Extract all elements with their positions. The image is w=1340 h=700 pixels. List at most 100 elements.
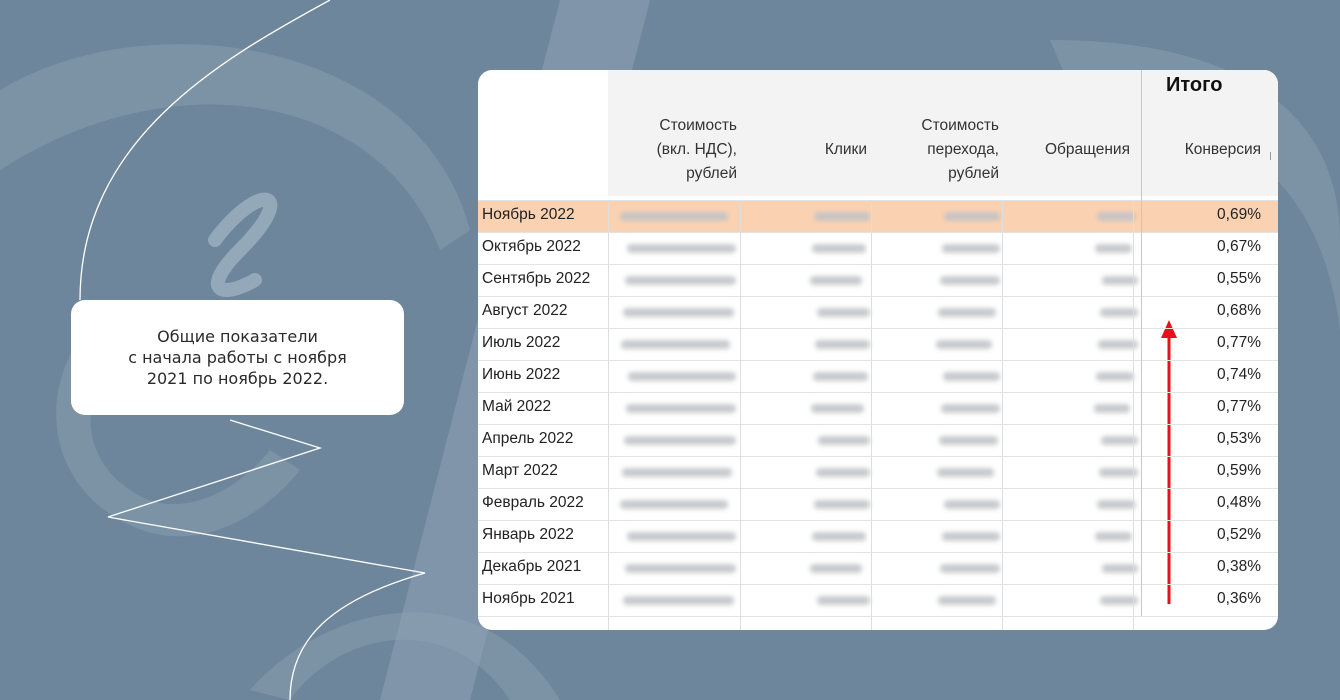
redacted-value: [811, 404, 864, 413]
grid-line: [740, 200, 741, 630]
grid-line: [478, 552, 1278, 553]
grid-line: [478, 296, 1278, 297]
redacted-value: [1098, 340, 1138, 349]
row-conversion: 0,68%: [1217, 302, 1261, 319]
redacted-value: [812, 244, 866, 253]
info-callout: Общие показатели с начала работы с ноябр…: [71, 300, 404, 415]
redacted-value: [942, 244, 1000, 253]
row-month: Февраль 2022: [482, 494, 584, 511]
redacted-value: [626, 404, 736, 413]
row-conversion: 0,77%: [1217, 334, 1261, 351]
grid-line: [608, 200, 609, 630]
grid-line: [478, 232, 1278, 233]
column-header-requests: Обращения: [1045, 141, 1130, 158]
redacted-value: [620, 212, 728, 221]
redacted-value: [943, 372, 1000, 381]
grid-line: [478, 488, 1278, 489]
row-month: Октябрь 2022: [482, 238, 581, 255]
grid-line: [478, 360, 1278, 361]
row-conversion: 0,69%: [1217, 206, 1261, 223]
group-title: Итого: [1166, 74, 1223, 96]
row-month: Август 2022: [482, 302, 568, 319]
redacted-value: [1097, 500, 1136, 509]
redacted-value: [816, 468, 870, 477]
redacted-value: [810, 276, 862, 285]
grid-line: [1133, 200, 1134, 630]
column-header-clicks: Клики: [824, 141, 867, 158]
total-separator: [1141, 70, 1142, 616]
row-conversion: 0,77%: [1217, 398, 1261, 415]
redacted-value: [621, 340, 730, 349]
table-row: Октябрь 2022 0,67%: [478, 232, 1278, 264]
redacted-value: [938, 308, 996, 317]
grid-line: [478, 392, 1278, 393]
redacted-value: [944, 500, 1000, 509]
column-header-cost-per-click: Стоимость перехода, рублей: [921, 117, 999, 182]
row-month: Март 2022: [482, 462, 558, 479]
grid-line: [478, 264, 1278, 265]
row-conversion: 0,67%: [1217, 238, 1261, 255]
redacted-value: [625, 276, 736, 285]
grid-line: [478, 456, 1278, 457]
redacted-value: [938, 596, 996, 605]
redacted-value: [817, 308, 870, 317]
row-month: Июнь 2022: [482, 366, 561, 383]
grid-line: [478, 520, 1278, 521]
redacted-value: [1095, 244, 1132, 253]
redacted-value: [625, 564, 736, 573]
redacted-value: [944, 212, 1000, 221]
row-conversion: 0,48%: [1217, 494, 1261, 511]
redacted-value: [812, 532, 866, 541]
grid-line: [871, 200, 872, 630]
redacted-value: [814, 500, 870, 509]
row-conversion: 0,74%: [1217, 366, 1261, 383]
grid-line: [478, 424, 1278, 425]
redacted-value: [936, 340, 992, 349]
row-month: Май 2022: [482, 398, 552, 415]
row-month: Декабрь 2021: [482, 558, 582, 575]
redacted-value: [937, 468, 994, 477]
redacted-value: [627, 244, 736, 253]
redacted-value: [817, 596, 870, 605]
column-header-conversion: Конверсия: [1184, 141, 1261, 158]
row-month: Апрель 2022: [482, 430, 574, 447]
row-conversion: 0,38%: [1217, 558, 1261, 575]
redacted-value: [627, 532, 736, 541]
redacted-value: [942, 532, 1000, 541]
row-conversion: 0,52%: [1217, 526, 1261, 543]
redacted-value: [623, 596, 734, 605]
grid-line: [478, 584, 1278, 585]
row-month: Ноябрь 2021: [482, 590, 575, 607]
up-arrow-icon: [1161, 320, 1177, 604]
stats-table-card: Итого Стоимость (вкл. НДС), рублей Клики…: [478, 70, 1278, 630]
redacted-value: [1095, 532, 1132, 541]
redacted-value: [940, 564, 1000, 573]
grid-line: [1002, 200, 1003, 630]
row-conversion: 0,36%: [1217, 590, 1261, 607]
grid-line: [478, 616, 1278, 617]
redacted-value: [813, 372, 868, 381]
redacted-value: [940, 276, 1000, 285]
grid-line: [478, 200, 1278, 201]
redacted-value: [1097, 212, 1136, 221]
redacted-value: [628, 372, 736, 381]
redacted-value: [622, 468, 732, 477]
row-month: Июль 2022: [482, 334, 561, 351]
redacted-value: [623, 308, 734, 317]
redacted-value: [1096, 372, 1134, 381]
redacted-value: [810, 564, 862, 573]
column-edge-mark: [1270, 152, 1275, 160]
redacted-value: [620, 500, 728, 509]
row-conversion: 0,53%: [1217, 430, 1261, 447]
row-month: Сентябрь 2022: [482, 270, 591, 287]
row-month: Январь 2022: [482, 526, 574, 543]
redacted-value: [1094, 404, 1130, 413]
callout-text: Общие показатели с начала работы с ноябр…: [128, 327, 347, 388]
table-row: Сентябрь 2022 0,55%: [478, 264, 1278, 296]
column-header-cost: Стоимость (вкл. НДС), рублей: [656, 117, 737, 182]
redacted-value: [815, 340, 870, 349]
redacted-value: [818, 436, 870, 445]
redacted-value: [939, 436, 998, 445]
row-month: Ноябрь 2022: [482, 206, 575, 223]
row-conversion: 0,59%: [1217, 462, 1261, 479]
